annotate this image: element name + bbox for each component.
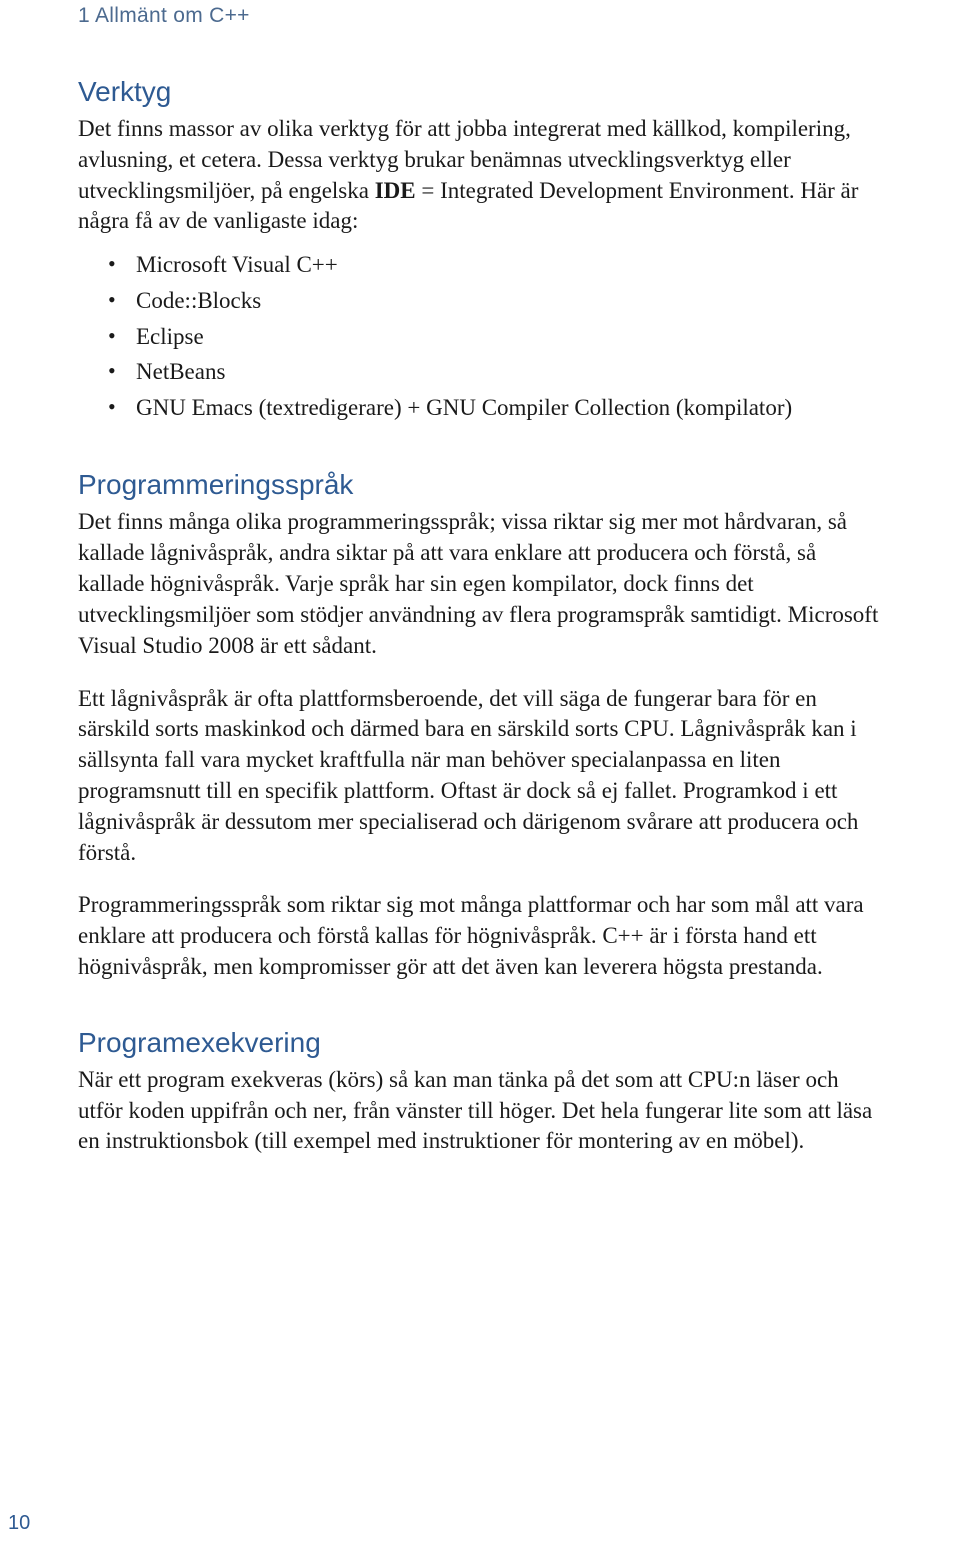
verktyg-list: Microsoft Visual C++ Code::Blocks Eclips… (78, 247, 882, 425)
paragraph: När ett program exekveras (körs) så kan … (78, 1065, 882, 1157)
paragraph: Programmeringsspråk som riktar sig mot m… (78, 890, 882, 982)
section-title-verktyg: Verktyg (78, 76, 882, 108)
paragraph: Det finns många olika programmeringssprå… (78, 507, 882, 661)
chapter-header: 1 Allmänt om C++ (78, 4, 882, 28)
list-item: Code::Blocks (136, 283, 882, 319)
paragraph-verktyg: Det finns massor av olika verktyg för at… (78, 114, 882, 237)
page-number: 10 (8, 1512, 30, 1535)
ide-bold: IDE (375, 178, 416, 203)
section-title-programexekvering: Programexekvering (78, 1027, 882, 1059)
list-item: Eclipse (136, 319, 882, 355)
list-item: GNU Emacs (textredigerare) + GNU Compile… (136, 390, 882, 426)
document-page: 1 Allmänt om C++ Verktyg Det finns masso… (0, 4, 960, 1217)
list-item: Microsoft Visual C++ (136, 247, 882, 283)
section-title-programmeringssprak: Programmeringsspråk (78, 469, 882, 501)
paragraph: Ett lågnivåspråk är ofta plattformsberoe… (78, 684, 882, 869)
list-item: NetBeans (136, 354, 882, 390)
